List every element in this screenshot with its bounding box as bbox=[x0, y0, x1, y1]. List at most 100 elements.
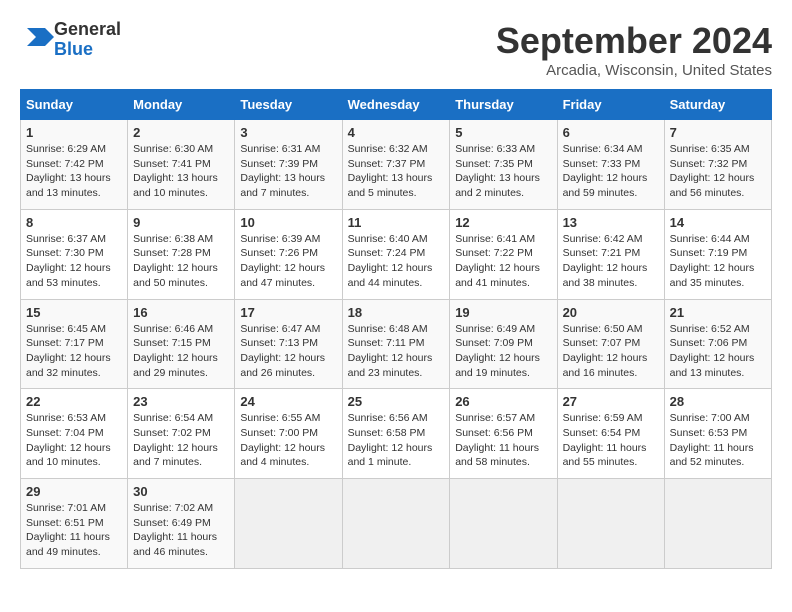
calendar-cell bbox=[664, 479, 771, 569]
calendar-row: 1 Sunrise: 6:29 AMSunset: 7:42 PMDayligh… bbox=[21, 120, 772, 210]
day-number: 9 bbox=[133, 215, 229, 230]
day-content: Sunrise: 6:38 AMSunset: 7:28 PMDaylight:… bbox=[133, 233, 218, 289]
calendar-cell: 22 Sunrise: 6:53 AMSunset: 7:04 PMDaylig… bbox=[21, 389, 128, 479]
day-number: 25 bbox=[348, 394, 445, 409]
day-content: Sunrise: 6:42 AMSunset: 7:21 PMDaylight:… bbox=[563, 233, 648, 289]
day-number: 22 bbox=[26, 394, 122, 409]
day-number: 26 bbox=[455, 394, 551, 409]
header-saturday: Saturday bbox=[664, 90, 771, 120]
month-title: September 2024 bbox=[496, 20, 772, 62]
calendar-cell: 10 Sunrise: 6:39 AMSunset: 7:26 PMDaylig… bbox=[235, 209, 342, 299]
day-number: 10 bbox=[240, 215, 336, 230]
calendar-cell: 16 Sunrise: 6:46 AMSunset: 7:15 PMDaylig… bbox=[128, 299, 235, 389]
day-number: 12 bbox=[455, 215, 551, 230]
day-content: Sunrise: 6:34 AMSunset: 7:33 PMDaylight:… bbox=[563, 143, 648, 199]
calendar-cell: 21 Sunrise: 6:52 AMSunset: 7:06 PMDaylig… bbox=[664, 299, 771, 389]
day-number: 17 bbox=[240, 305, 336, 320]
calendar-cell: 18 Sunrise: 6:48 AMSunset: 7:11 PMDaylig… bbox=[342, 299, 450, 389]
day-content: Sunrise: 7:01 AMSunset: 6:51 PMDaylight:… bbox=[26, 502, 110, 558]
day-number: 1 bbox=[26, 125, 122, 140]
calendar-cell: 27 Sunrise: 6:59 AMSunset: 6:54 PMDaylig… bbox=[557, 389, 664, 479]
location: Arcadia, Wisconsin, United States bbox=[496, 62, 772, 79]
logo: General Blue bbox=[20, 20, 121, 60]
calendar-cell: 28 Sunrise: 7:00 AMSunset: 6:53 PMDaylig… bbox=[664, 389, 771, 479]
header-wednesday: Wednesday bbox=[342, 90, 450, 120]
calendar-cell bbox=[450, 479, 557, 569]
calendar-cell: 15 Sunrise: 6:45 AMSunset: 7:17 PMDaylig… bbox=[21, 299, 128, 389]
day-content: Sunrise: 6:55 AMSunset: 7:00 PMDaylight:… bbox=[240, 412, 325, 468]
day-number: 18 bbox=[348, 305, 445, 320]
day-number: 23 bbox=[133, 394, 229, 409]
day-content: Sunrise: 6:46 AMSunset: 7:15 PMDaylight:… bbox=[133, 323, 218, 379]
header-friday: Friday bbox=[557, 90, 664, 120]
weekday-header-row: Sunday Monday Tuesday Wednesday Thursday… bbox=[21, 90, 772, 120]
day-number: 4 bbox=[348, 125, 445, 140]
calendar-cell: 24 Sunrise: 6:55 AMSunset: 7:00 PMDaylig… bbox=[235, 389, 342, 479]
calendar-cell: 12 Sunrise: 6:41 AMSunset: 7:22 PMDaylig… bbox=[450, 209, 557, 299]
day-number: 30 bbox=[133, 484, 229, 499]
calendar-cell: 2 Sunrise: 6:30 AMSunset: 7:41 PMDayligh… bbox=[128, 120, 235, 210]
calendar-cell: 6 Sunrise: 6:34 AMSunset: 7:33 PMDayligh… bbox=[557, 120, 664, 210]
header-thursday: Thursday bbox=[450, 90, 557, 120]
day-content: Sunrise: 7:00 AMSunset: 6:53 PMDaylight:… bbox=[670, 412, 754, 468]
day-content: Sunrise: 6:47 AMSunset: 7:13 PMDaylight:… bbox=[240, 323, 325, 379]
day-content: Sunrise: 7:02 AMSunset: 6:49 PMDaylight:… bbox=[133, 502, 217, 558]
day-number: 28 bbox=[670, 394, 766, 409]
day-number: 2 bbox=[133, 125, 229, 140]
day-number: 15 bbox=[26, 305, 122, 320]
calendar-cell: 1 Sunrise: 6:29 AMSunset: 7:42 PMDayligh… bbox=[21, 120, 128, 210]
calendar-cell: 19 Sunrise: 6:49 AMSunset: 7:09 PMDaylig… bbox=[450, 299, 557, 389]
day-number: 24 bbox=[240, 394, 336, 409]
day-number: 6 bbox=[563, 125, 659, 140]
day-number: 29 bbox=[26, 484, 122, 499]
calendar-cell bbox=[342, 479, 450, 569]
day-content: Sunrise: 6:50 AMSunset: 7:07 PMDaylight:… bbox=[563, 323, 648, 379]
logo-text: General Blue bbox=[54, 20, 121, 60]
calendar-cell: 9 Sunrise: 6:38 AMSunset: 7:28 PMDayligh… bbox=[128, 209, 235, 299]
day-number: 16 bbox=[133, 305, 229, 320]
day-number: 14 bbox=[670, 215, 766, 230]
day-content: Sunrise: 6:33 AMSunset: 7:35 PMDaylight:… bbox=[455, 143, 540, 199]
day-number: 5 bbox=[455, 125, 551, 140]
calendar-cell: 13 Sunrise: 6:42 AMSunset: 7:21 PMDaylig… bbox=[557, 209, 664, 299]
header-sunday: Sunday bbox=[21, 90, 128, 120]
day-number: 7 bbox=[670, 125, 766, 140]
day-content: Sunrise: 6:52 AMSunset: 7:06 PMDaylight:… bbox=[670, 323, 755, 379]
calendar-cell: 3 Sunrise: 6:31 AMSunset: 7:39 PMDayligh… bbox=[235, 120, 342, 210]
calendar-cell: 29 Sunrise: 7:01 AMSunset: 6:51 PMDaylig… bbox=[21, 479, 128, 569]
calendar-cell: 14 Sunrise: 6:44 AMSunset: 7:19 PMDaylig… bbox=[664, 209, 771, 299]
calendar-cell: 4 Sunrise: 6:32 AMSunset: 7:37 PMDayligh… bbox=[342, 120, 450, 210]
header-tuesday: Tuesday bbox=[235, 90, 342, 120]
calendar: Sunday Monday Tuesday Wednesday Thursday… bbox=[20, 89, 772, 569]
day-number: 27 bbox=[563, 394, 659, 409]
day-content: Sunrise: 6:57 AMSunset: 6:56 PMDaylight:… bbox=[455, 412, 539, 468]
day-content: Sunrise: 6:32 AMSunset: 7:37 PMDaylight:… bbox=[348, 143, 433, 199]
calendar-row: 15 Sunrise: 6:45 AMSunset: 7:17 PMDaylig… bbox=[21, 299, 772, 389]
day-number: 13 bbox=[563, 215, 659, 230]
calendar-cell: 26 Sunrise: 6:57 AMSunset: 6:56 PMDaylig… bbox=[450, 389, 557, 479]
day-content: Sunrise: 6:35 AMSunset: 7:32 PMDaylight:… bbox=[670, 143, 755, 199]
title-area: September 2024 Arcadia, Wisconsin, Unite… bbox=[496, 20, 772, 79]
day-number: 21 bbox=[670, 305, 766, 320]
header-monday: Monday bbox=[128, 90, 235, 120]
calendar-cell: 23 Sunrise: 6:54 AMSunset: 7:02 PMDaylig… bbox=[128, 389, 235, 479]
day-content: Sunrise: 6:59 AMSunset: 6:54 PMDaylight:… bbox=[563, 412, 647, 468]
calendar-cell: 8 Sunrise: 6:37 AMSunset: 7:30 PMDayligh… bbox=[21, 209, 128, 299]
calendar-cell: 5 Sunrise: 6:33 AMSunset: 7:35 PMDayligh… bbox=[450, 120, 557, 210]
calendar-cell bbox=[557, 479, 664, 569]
calendar-cell: 7 Sunrise: 6:35 AMSunset: 7:32 PMDayligh… bbox=[664, 120, 771, 210]
day-content: Sunrise: 6:44 AMSunset: 7:19 PMDaylight:… bbox=[670, 233, 755, 289]
calendar-row: 29 Sunrise: 7:01 AMSunset: 6:51 PMDaylig… bbox=[21, 479, 772, 569]
day-content: Sunrise: 6:37 AMSunset: 7:30 PMDaylight:… bbox=[26, 233, 111, 289]
header: General Blue September 2024 Arcadia, Wis… bbox=[20, 20, 772, 79]
day-content: Sunrise: 6:29 AMSunset: 7:42 PMDaylight:… bbox=[26, 143, 111, 199]
day-content: Sunrise: 6:45 AMSunset: 7:17 PMDaylight:… bbox=[26, 323, 111, 379]
calendar-cell bbox=[235, 479, 342, 569]
calendar-row: 22 Sunrise: 6:53 AMSunset: 7:04 PMDaylig… bbox=[21, 389, 772, 479]
day-number: 3 bbox=[240, 125, 336, 140]
calendar-row: 8 Sunrise: 6:37 AMSunset: 7:30 PMDayligh… bbox=[21, 209, 772, 299]
day-content: Sunrise: 6:53 AMSunset: 7:04 PMDaylight:… bbox=[26, 412, 111, 468]
calendar-cell: 30 Sunrise: 7:02 AMSunset: 6:49 PMDaylig… bbox=[128, 479, 235, 569]
day-content: Sunrise: 6:54 AMSunset: 7:02 PMDaylight:… bbox=[133, 412, 218, 468]
day-content: Sunrise: 6:41 AMSunset: 7:22 PMDaylight:… bbox=[455, 233, 540, 289]
